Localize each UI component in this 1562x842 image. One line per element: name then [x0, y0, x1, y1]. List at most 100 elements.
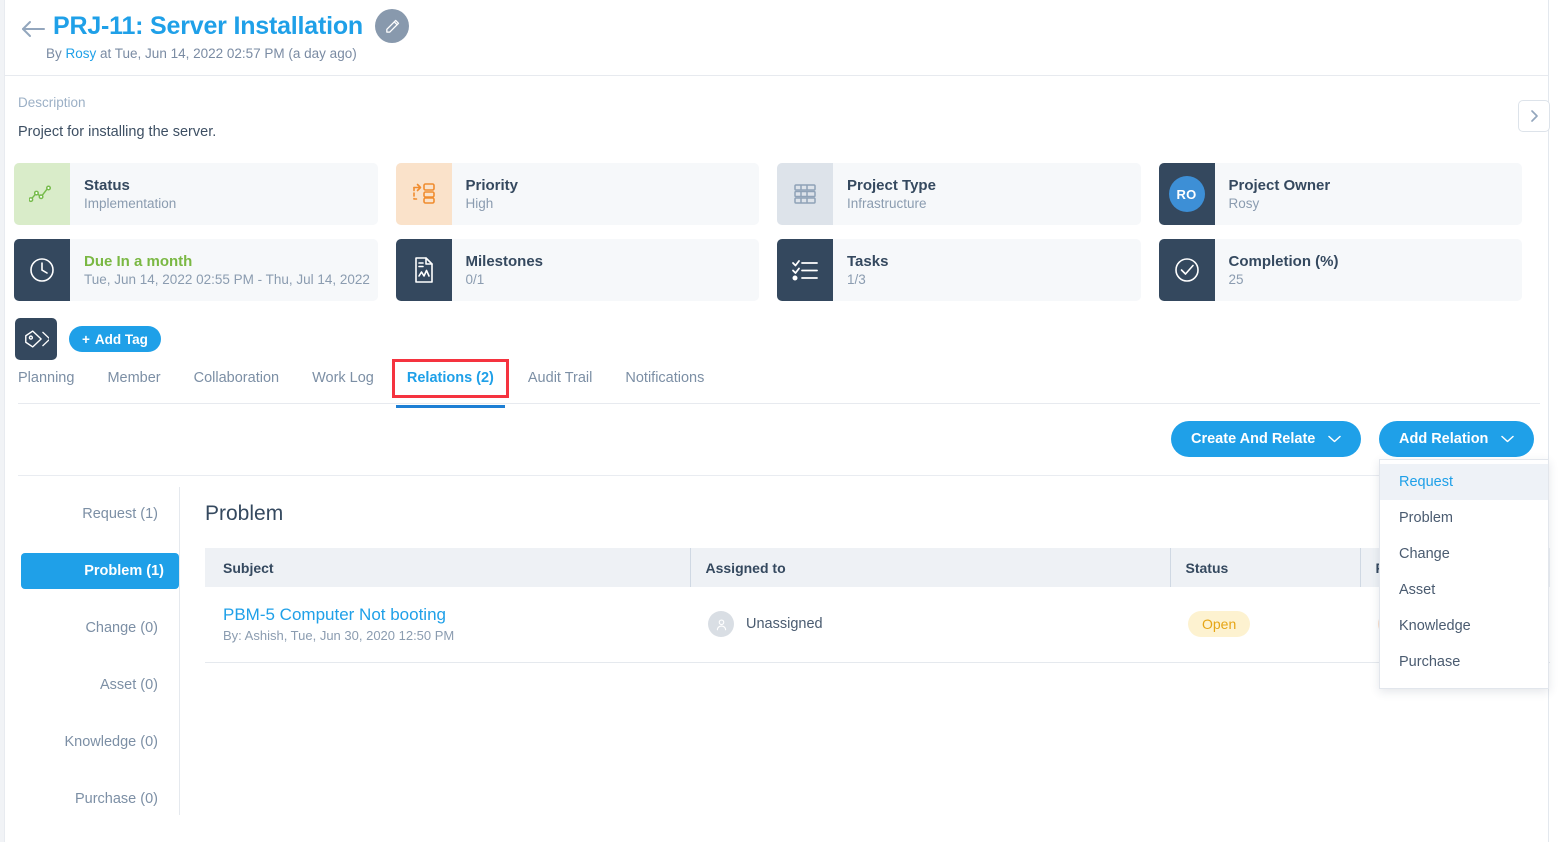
sidebar-item-knowledge[interactable]: Knowledge (0): [5, 724, 179, 760]
tab-member[interactable]: Member: [107, 362, 160, 390]
back-arrow-icon[interactable]: [18, 14, 48, 44]
dropdown-item-knowledge[interactable]: Knowledge: [1380, 608, 1548, 644]
card-project-owner-label: Project Owner: [1229, 176, 1523, 195]
status-badge: Open: [1188, 611, 1250, 637]
tab-active-underline: [396, 405, 505, 408]
cell-subject: PBM-5 Computer Not booting By: Ashish, T…: [205, 587, 690, 662]
tab-relations-label: Relations (2): [407, 370, 494, 386]
dropdown-item-purchase[interactable]: Purchase: [1380, 644, 1548, 680]
subject-meta: By: Ashish, Tue, Jun 30, 2020 12:50 PM: [223, 628, 454, 643]
card-project-type: Project Type Infrastructure: [777, 163, 1141, 225]
user-icon: [708, 611, 734, 637]
dropdown-item-asset[interactable]: Asset: [1380, 572, 1548, 608]
card-due-label: Due In a month: [84, 252, 378, 271]
card-project-owner: RO Project Owner Rosy: [1159, 163, 1523, 225]
create-and-relate-button[interactable]: Create And Relate: [1171, 421, 1361, 457]
relations-table-head: Subject Assigned to Status Pri: [205, 548, 1550, 587]
cell-status: Open: [1170, 587, 1360, 662]
check-circle-icon: [1159, 239, 1215, 301]
relations-heading: Problem: [180, 487, 1548, 526]
byline-prefix: By: [46, 46, 66, 61]
page-title: PRJ-11: Server Installation: [53, 10, 363, 42]
assignee-name: Unassigned: [746, 616, 823, 632]
info-cards: Status Implementation Priorit: [14, 163, 1522, 301]
add-tag-label: Add Tag: [95, 332, 148, 347]
chevron-down-icon: [1501, 431, 1514, 447]
column-header-status[interactable]: Status: [1170, 548, 1360, 587]
card-status-label: Status: [84, 176, 378, 195]
sidebar-item-request[interactable]: Request (1): [5, 496, 179, 532]
card-priority: Priority High: [396, 163, 760, 225]
card-milestones-body: Milestones 0/1: [452, 239, 760, 301]
tab-work-log[interactable]: Work Log: [312, 362, 374, 390]
card-priority-value: High: [466, 195, 760, 213]
description-text: Project for installing the server.: [18, 124, 216, 140]
card-milestones-value: 0/1: [466, 271, 760, 289]
add-tag-plus: +: [82, 332, 90, 347]
avatar-icon: RO: [1159, 163, 1215, 225]
sidebar-item-purchase[interactable]: Purchase (0): [5, 781, 179, 817]
clock-icon: [14, 239, 70, 301]
table-row[interactable]: PBM-5 Computer Not booting By: Ashish, T…: [205, 587, 1550, 662]
card-project-type-body: Project Type Infrastructure: [833, 163, 1141, 225]
title-row: PRJ-11: Server Installation: [53, 9, 409, 43]
relations-table: Subject Assigned to Status Pri PBM-5 Com…: [205, 548, 1550, 663]
column-header-assigned-to[interactable]: Assigned to: [690, 548, 1170, 587]
card-project-type-label: Project Type: [847, 176, 1141, 195]
add-relation-button[interactable]: Add Relation: [1379, 421, 1534, 457]
tab-audit-trail[interactable]: Audit Trail: [528, 362, 592, 390]
card-project-owner-value: Rosy: [1229, 195, 1523, 213]
chevron-right-icon[interactable]: [1518, 100, 1550, 132]
info-cards-row-2: Due In a month Tue, Jun 14, 2022 02:55 P…: [14, 239, 1522, 301]
card-completion-label: Completion (%): [1229, 252, 1523, 271]
milestone-doc-icon: [396, 239, 452, 301]
sidebar-item-problem[interactable]: Problem (1): [21, 553, 179, 589]
pencil-icon[interactable]: [375, 9, 409, 43]
cell-assigned-to: Unassigned: [690, 587, 1170, 662]
owner-avatar-initials: RO: [1169, 176, 1205, 212]
tab-notifications[interactable]: Notifications: [625, 362, 704, 390]
add-tag-button[interactable]: + Add Tag: [69, 326, 161, 352]
card-status: Status Implementation: [14, 163, 378, 225]
card-priority-label: Priority: [466, 176, 760, 195]
column-header-subject[interactable]: Subject: [205, 548, 690, 587]
tab-collaboration[interactable]: Collaboration: [194, 362, 279, 390]
card-tasks: Tasks 1/3: [777, 239, 1141, 301]
tab-relations[interactable]: Relations (2): [395, 362, 506, 395]
card-status-body: Status Implementation: [70, 163, 378, 225]
tag-row: + Add Tag: [15, 318, 161, 360]
dropdown-item-request[interactable]: Request: [1380, 464, 1548, 500]
card-completion-value: 25: [1229, 271, 1523, 289]
card-due: Due In a month Tue, Jun 14, 2022 02:55 P…: [14, 239, 378, 301]
tabs-list: Planning Member Collaboration Work Log R…: [18, 362, 1540, 403]
description-label: Description: [18, 95, 86, 110]
subject-link[interactable]: PBM-5 Computer Not booting: [223, 603, 690, 626]
dropdown-item-problem[interactable]: Problem: [1380, 500, 1548, 536]
card-due-body: Due In a month Tue, Jun 14, 2022 02:55 P…: [70, 239, 378, 301]
byline-author-link[interactable]: Rosy: [66, 46, 97, 61]
tab-planning[interactable]: Planning: [18, 362, 74, 390]
relations-action-bar: Create And Relate Add Relation: [18, 420, 1540, 476]
add-relation-label: Add Relation: [1399, 431, 1488, 447]
relations-sidebar: Request (1) Problem (1) Change (0) Asset…: [5, 487, 180, 815]
card-completion-body: Completion (%) 25: [1215, 239, 1523, 301]
assignee: Unassigned: [708, 611, 1170, 637]
card-tasks-value: 1/3: [847, 271, 1141, 289]
sidebar-item-asset[interactable]: Asset (0): [5, 667, 179, 703]
layers-icon: [777, 163, 833, 225]
priority-flow-icon: [396, 163, 452, 225]
relations-panel: Request (1) Problem (1) Change (0) Asset…: [5, 487, 1548, 827]
page-header: PRJ-11: Server Installation By Rosy at T…: [5, 0, 1548, 76]
create-and-relate-label: Create And Relate: [1191, 431, 1315, 447]
card-due-value: Tue, Jun 14, 2022 02:55 PM - Thu, Jul 14…: [84, 271, 378, 289]
dropdown-item-change[interactable]: Change: [1380, 536, 1548, 572]
card-status-value: Implementation: [84, 195, 378, 213]
add-relation-dropdown-menu: Request Problem Change Asset Knowledge P…: [1379, 459, 1549, 689]
sidebar-item-change[interactable]: Change (0): [5, 610, 179, 646]
tag-icon: [15, 318, 57, 360]
card-tasks-body: Tasks 1/3: [833, 239, 1141, 301]
relations-table-header-row: Subject Assigned to Status Pri: [205, 548, 1550, 587]
byline-suffix: at Tue, Jun 14, 2022 02:57 PM (a day ago…: [96, 46, 356, 61]
card-tasks-label: Tasks: [847, 252, 1141, 271]
card-milestones: Milestones 0/1: [396, 239, 760, 301]
